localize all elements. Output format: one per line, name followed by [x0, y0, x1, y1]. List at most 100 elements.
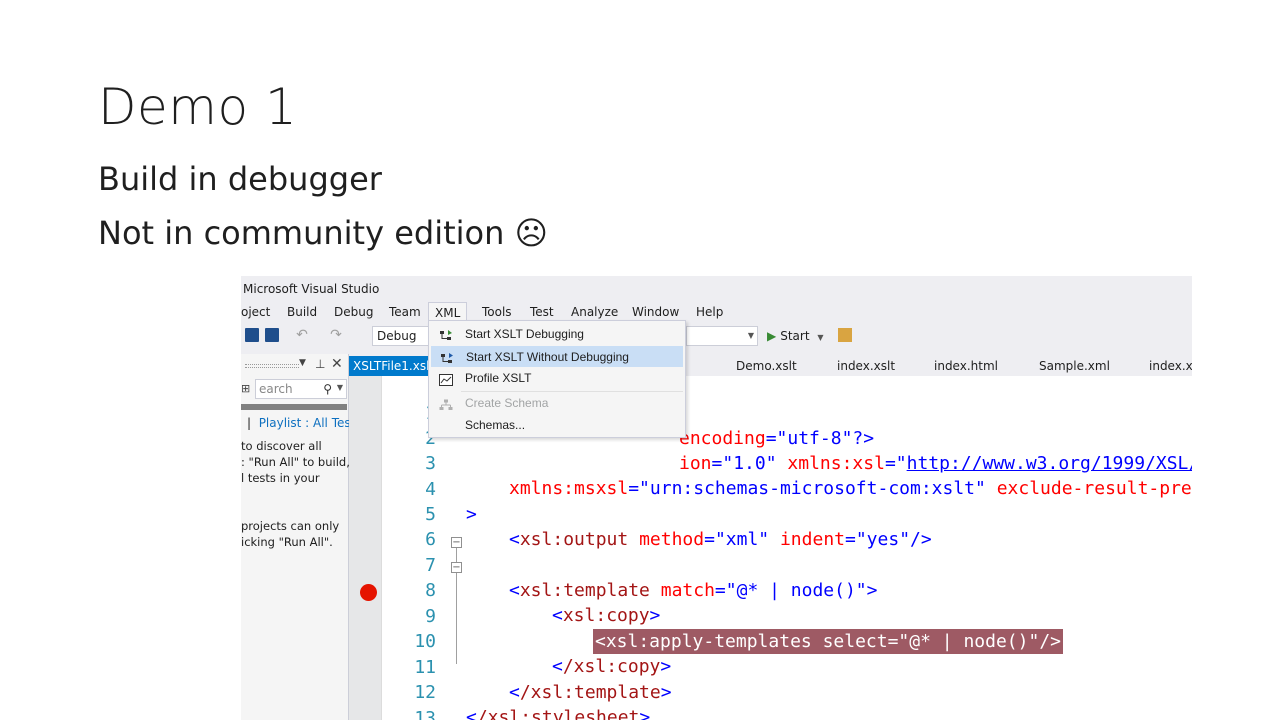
code-line: 10 </xsl:copy>	[349, 604, 671, 677]
solution-config-value: Debug	[377, 329, 417, 343]
chevron-down-icon: ▼	[747, 331, 754, 340]
start-button[interactable]: ▶ Start ▼	[767, 326, 824, 346]
code-line: 6	[349, 502, 436, 550]
code-line: 9 <xsl:apply-templates select="@* | node…	[349, 579, 1063, 654]
folder-icon[interactable]	[838, 328, 852, 342]
panel-grip[interactable]	[245, 364, 299, 368]
code-line: 12 </xsl:stylesheet>	[349, 655, 650, 720]
code-link[interactable]: http://www.w3.org/1999/XSL/	[907, 453, 1192, 474]
pin-icon[interactable]: ⊥	[315, 357, 325, 371]
menu-item-profile-xslt[interactable]: Profile XSLT	[431, 368, 683, 389]
save-all-icon[interactable]	[265, 328, 279, 342]
collapse-icon[interactable]: −	[451, 537, 462, 548]
code-token: exclude-result-pref	[996, 478, 1192, 499]
panel-text-line: l tests in your	[241, 471, 320, 485]
refresh-icon[interactable]: ⊞	[241, 382, 250, 395]
code-line: 1 encoding="utf-8"?>	[349, 376, 874, 449]
menu-debug[interactable]: Debug	[328, 302, 379, 322]
platform-combo[interactable]: ▼	[686, 326, 758, 346]
collapse-icon[interactable]: −	[451, 562, 462, 573]
tab-sample-xml[interactable]: Sample.xml	[1039, 356, 1110, 376]
redo-icon[interactable]: ↷	[329, 328, 343, 342]
code-token: "1.0"	[722, 453, 777, 474]
code-token: /xsl:template	[519, 682, 661, 703]
code-line: 3 xmlns:msxsl="urn:schemas-microsoft-com…	[349, 426, 1192, 499]
chevron-down-icon[interactable]: ▼	[299, 358, 306, 368]
menu-item-label: Profile XSLT	[465, 371, 532, 385]
window-title: Microsoft Visual Studio	[243, 282, 380, 296]
code-token: /xsl:stylesheet	[476, 707, 640, 720]
menu-item-start-xslt-debugging[interactable]: Start XSLT Debugging	[431, 324, 683, 345]
code-line: 4 >	[349, 452, 477, 525]
tab-xsltfile1[interactable]: XSLTFile1.xslt	[349, 356, 439, 376]
menu-analyze[interactable]: Analyze	[565, 302, 624, 322]
code-token: "utf-8"	[776, 428, 853, 449]
search-input[interactable]: earch ⚲ ▼	[255, 379, 347, 399]
code-token: >	[466, 504, 477, 525]
menu-separator	[461, 391, 683, 392]
slide-bullet-2: Not in community edition ☹	[98, 214, 548, 252]
code-token: =	[711, 453, 723, 474]
schema-icon	[439, 397, 453, 410]
menu-test[interactable]: Test	[524, 302, 560, 322]
xml-menu-dropdown: Start XSLT Debugging Start XSLT Without …	[428, 320, 686, 438]
menu-build[interactable]: Build	[281, 302, 323, 322]
visual-studio-screenshot: Microsoft Visual Studio oject Build Debu…	[241, 276, 1192, 720]
tab-index-html[interactable]: index.html	[934, 356, 998, 376]
code-token: =	[765, 428, 777, 449]
panel-text-line: icking "Run All".	[241, 535, 333, 549]
profile-icon	[439, 372, 453, 386]
tab-index-xslt[interactable]: index.xslt	[837, 356, 895, 376]
tab-demo-xslt[interactable]: Demo.xslt	[736, 356, 797, 376]
code-line: 2 ion="1.0" xmlns:xsl="http://www.w3.org…	[349, 401, 1192, 474]
playlist-link[interactable]: Playlist : All Tests	[259, 416, 362, 430]
code-token: ="	[628, 478, 650, 499]
search-icon[interactable]: ⚲	[323, 380, 332, 398]
menu-window[interactable]: Window	[626, 302, 685, 322]
code-token: encoding	[679, 428, 766, 449]
code-token: "yes"	[855, 529, 911, 550]
menu-item-label: Start XSLT Debugging	[465, 327, 584, 341]
start-label: Start	[780, 329, 810, 343]
chevron-down-icon[interactable]: ▼	[337, 379, 343, 397]
menu-tools[interactable]: Tools	[476, 302, 518, 322]
menu-item-create-schema: Create Schema	[431, 393, 683, 414]
solution-config-combo[interactable]: Debug	[372, 326, 432, 346]
code-token: match	[660, 580, 715, 601]
close-icon[interactable]: ✕	[331, 356, 343, 372]
code-token: xsl:template	[519, 580, 650, 601]
code-token: ?>	[852, 428, 875, 449]
line-number: 13	[414, 708, 436, 720]
menu-help[interactable]: Help	[690, 302, 729, 322]
play-icon: ▶	[767, 329, 777, 343]
code-token: ion	[679, 453, 712, 474]
chevron-down-icon: ▼	[817, 333, 824, 342]
code-line: 13	[349, 681, 436, 720]
code-token: ="	[884, 453, 907, 474]
code-line: 11 </xsl:template>	[349, 630, 671, 703]
menu-team[interactable]: Team	[383, 302, 427, 322]
code-token: /xsl:copy	[562, 656, 661, 677]
menu-item-start-xslt-without-debugging[interactable]: Start XSLT Without Debugging	[431, 346, 683, 367]
code-line: 5 <xsl:output method="xml" indent="yes"/…	[349, 477, 932, 550]
code-token: "xml"	[714, 529, 770, 550]
search-placeholder: earch	[259, 382, 293, 396]
menu-project[interactable]: oject	[241, 302, 276, 322]
menu-item-schemas[interactable]: Schemas...	[431, 415, 683, 436]
toolbar: ↶ ↷ Debug ▼ ▶ Start ▼	[241, 324, 1192, 348]
code-token: indent	[779, 529, 845, 550]
progress-bar	[241, 404, 347, 410]
tab-index-xsl[interactable]: index.xsl	[1149, 356, 1192, 376]
menu-item-label: Schemas...	[465, 418, 526, 432]
panel-text-line: projects can only	[241, 519, 340, 533]
undo-icon[interactable]: ↶	[295, 328, 309, 342]
code-token: urn:schemas-microsoft-com:xslt"	[649, 478, 986, 499]
test-explorer-panel: ▼ ⊥ ✕ ⊞ earch ⚲ ▼ | Playlist : All Tests…	[241, 354, 362, 720]
playlist-separator: |	[247, 416, 252, 430]
menu-item-label: Create Schema	[465, 396, 549, 410]
panel-text-line: to discover all	[241, 439, 322, 453]
panel-text-line: : "Run All" to build,	[241, 455, 350, 469]
code-token: xmlns:msxsl	[509, 478, 629, 499]
run-xslt-icon	[440, 351, 454, 363]
save-icon[interactable]	[245, 328, 259, 342]
